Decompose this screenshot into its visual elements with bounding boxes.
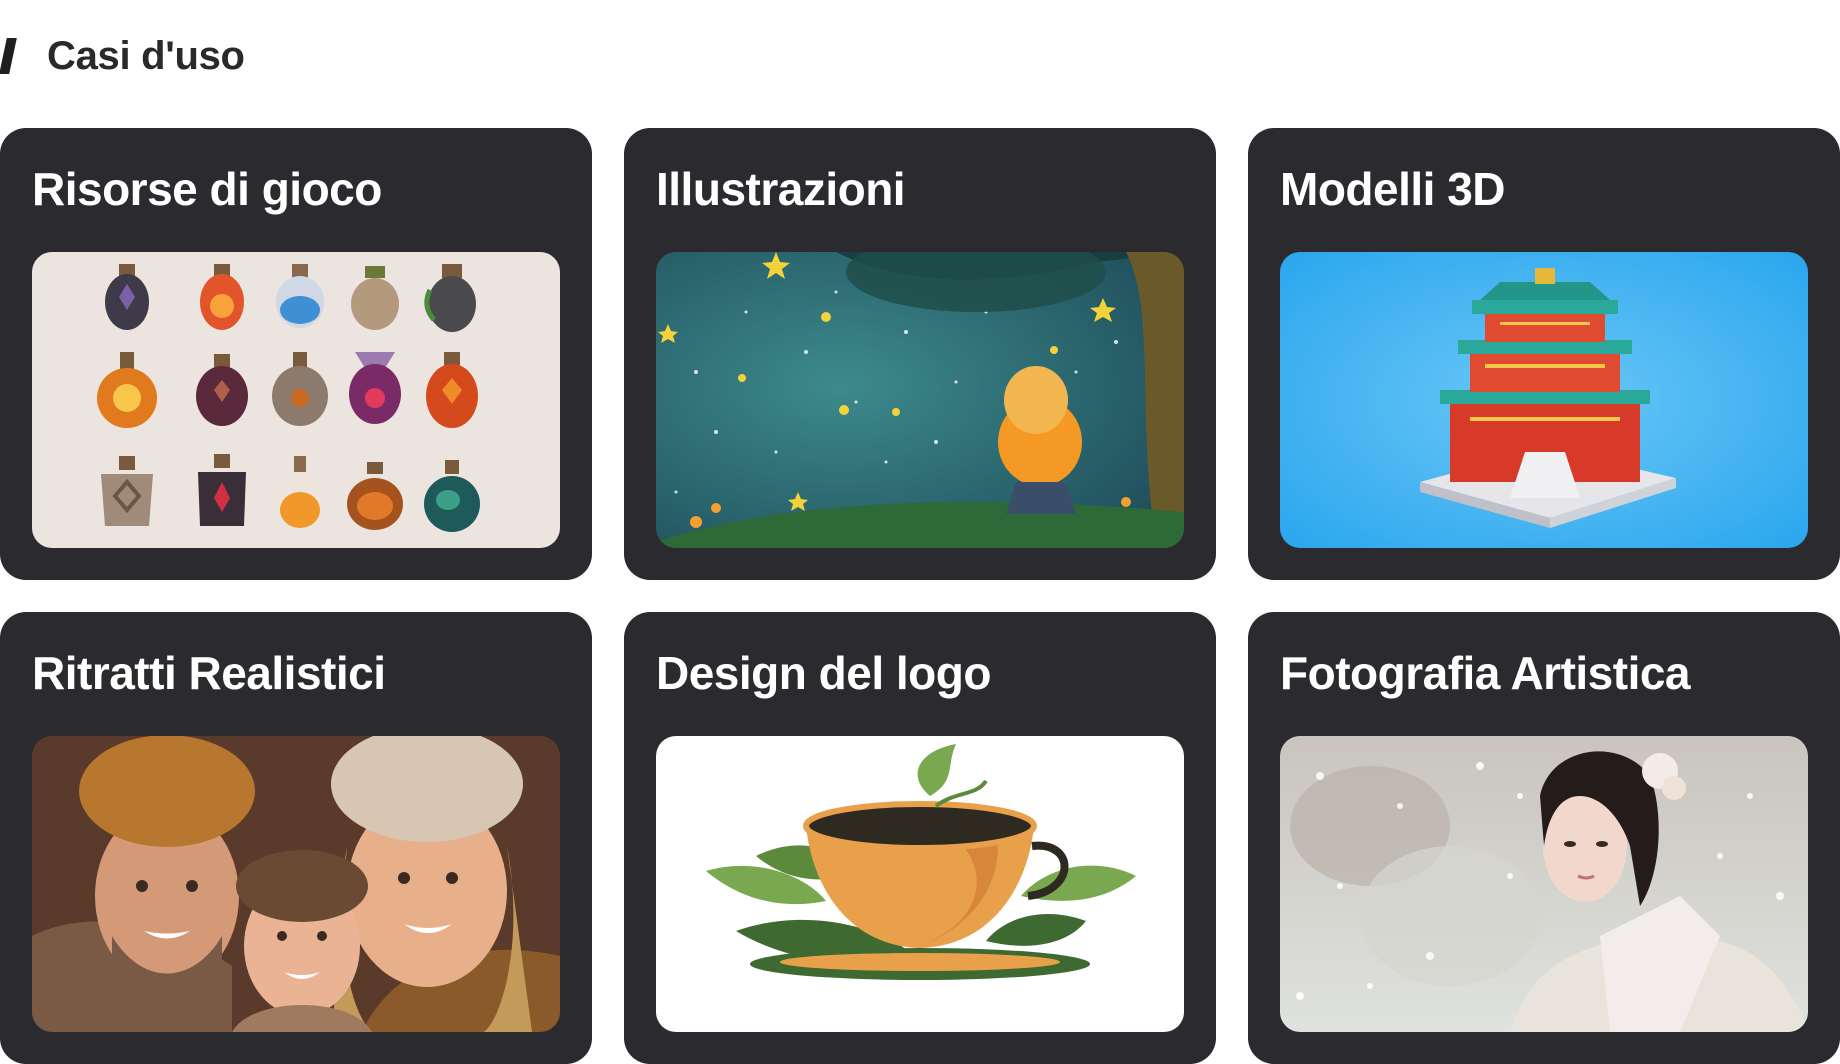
use-case-card-artistic-photography[interactable]: Fotografia Artistica [1248,612,1840,1064]
card-title: Design del logo [656,647,991,699]
logo-design-image [656,736,1184,1032]
card-title: Ritratti Realistici [32,647,386,699]
section-header: Casi d'uso [0,34,245,78]
card-title: Risorse di gioco [32,163,382,215]
use-case-card-logo-design[interactable]: Design del logo [624,612,1216,1064]
game-assets-image [32,252,560,548]
artistic-photo-image [1280,736,1808,1032]
card-title: Illustrazioni [656,163,906,215]
use-case-card-realistic-portraits[interactable]: Ritratti Realistici [0,612,592,1064]
3d-model-image [1280,252,1808,548]
card-title: Fotografia Artistica [1280,647,1691,699]
portrait-image [32,736,560,1032]
card-title: Modelli 3D [1280,163,1506,215]
use-case-card-game-assets[interactable]: Risorse di gioco [0,128,592,580]
section-marker-icon [0,38,17,74]
use-cases-grid: Risorse di gioco Illustrazioni Modelli 3… [0,128,1840,1064]
section-title: Casi d'uso [47,33,245,78]
use-case-card-3d-models[interactable]: Modelli 3D [1248,128,1840,580]
use-case-card-illustrations[interactable]: Illustrazioni [624,128,1216,580]
illustration-image [656,252,1184,548]
